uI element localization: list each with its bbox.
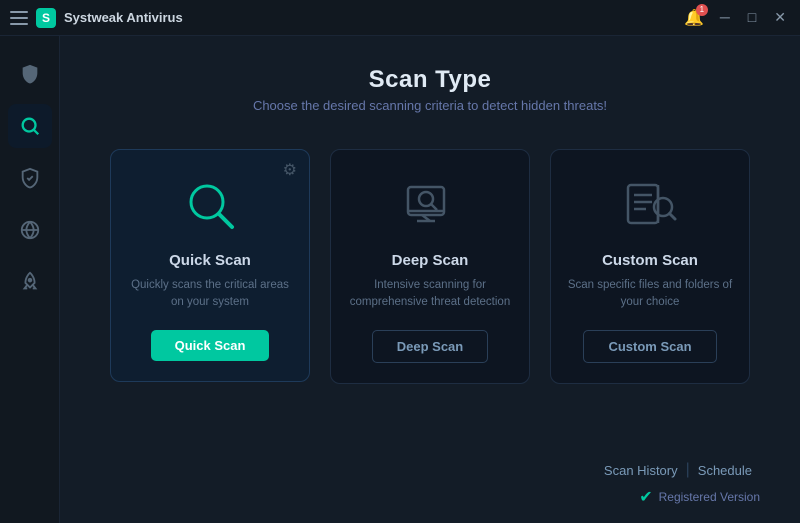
notification-button[interactable]: 🔔 1 — [684, 8, 704, 28]
shield-icon — [19, 63, 41, 85]
quick-scan-button[interactable]: Quick Scan — [151, 330, 270, 361]
registered-icon: ✔ — [639, 487, 652, 507]
minimize-button[interactable]: ─ — [716, 7, 734, 28]
check-shield-icon — [19, 167, 41, 189]
page-title: Scan Type — [100, 66, 760, 94]
app-logo: S — [36, 8, 56, 28]
main-layout: Scan Type Choose the desired scanning cr… — [0, 36, 800, 523]
sidebar-item-vpn[interactable] — [8, 208, 52, 252]
scan-history-link[interactable]: Scan History — [596, 463, 686, 478]
footer: Scan History | Schedule ✔ Registered Ver… — [596, 461, 760, 507]
title-bar-right: 🔔 1 ─ □ ✕ — [684, 7, 790, 28]
rocket-icon — [19, 271, 41, 293]
sidebar-item-protection[interactable] — [8, 52, 52, 96]
footer-links: Scan History | Schedule — [596, 461, 760, 479]
sidebar-item-boost[interactable] — [8, 260, 52, 304]
custom-scan-description: Scan specific files and folders of your … — [567, 277, 733, 312]
vpn-icon — [19, 219, 41, 241]
window-controls: ─ □ ✕ — [716, 7, 790, 28]
deep-scan-title: Deep Scan — [392, 252, 469, 269]
maximize-button[interactable]: □ — [744, 7, 760, 28]
quick-scan-icon — [175, 170, 245, 240]
deep-scan-icon — [395, 170, 465, 240]
custom-scan-card[interactable]: Custom Scan Scan specific files and fold… — [550, 149, 750, 384]
registered-version: ✔ Registered Version — [639, 487, 760, 507]
app-name: Systweak Antivirus — [64, 10, 183, 25]
quick-scan-title: Quick Scan — [169, 252, 251, 269]
search-icon — [19, 115, 41, 137]
quick-scan-settings-button[interactable]: ⚙ — [283, 160, 297, 180]
schedule-link[interactable]: Schedule — [690, 463, 760, 478]
deep-scan-card[interactable]: Deep Scan Intensive scanning for compreh… — [330, 149, 530, 384]
sidebar-item-status[interactable] — [8, 156, 52, 200]
title-bar: S Systweak Antivirus 🔔 1 ─ □ ✕ — [0, 0, 800, 36]
deep-scan-description: Intensive scanning for comprehensive thr… — [347, 277, 513, 312]
title-bar-left: S Systweak Antivirus — [10, 8, 183, 28]
registered-label: Registered Version — [659, 490, 760, 504]
custom-scan-icon — [615, 170, 685, 240]
scan-cards-container: ⚙ Quick Scan Quickly scans the critical … — [100, 149, 760, 384]
close-button[interactable]: ✕ — [770, 7, 790, 28]
page-heading: Scan Type Choose the desired scanning cr… — [100, 66, 760, 113]
quick-scan-description: Quickly scans the critical areas on your… — [127, 277, 293, 312]
notification-count: 1 — [696, 4, 708, 16]
custom-scan-title: Custom Scan — [602, 252, 698, 269]
sidebar — [0, 36, 60, 523]
content-area: Scan Type Choose the desired scanning cr… — [60, 36, 800, 523]
custom-scan-button[interactable]: Custom Scan — [583, 330, 716, 363]
sidebar-item-scan[interactable] — [8, 104, 52, 148]
deep-scan-button[interactable]: Deep Scan — [372, 330, 488, 363]
page-subtitle: Choose the desired scanning criteria to … — [100, 98, 760, 113]
quick-scan-card[interactable]: ⚙ Quick Scan Quickly scans the critical … — [110, 149, 310, 382]
hamburger-menu-icon[interactable] — [10, 11, 28, 25]
